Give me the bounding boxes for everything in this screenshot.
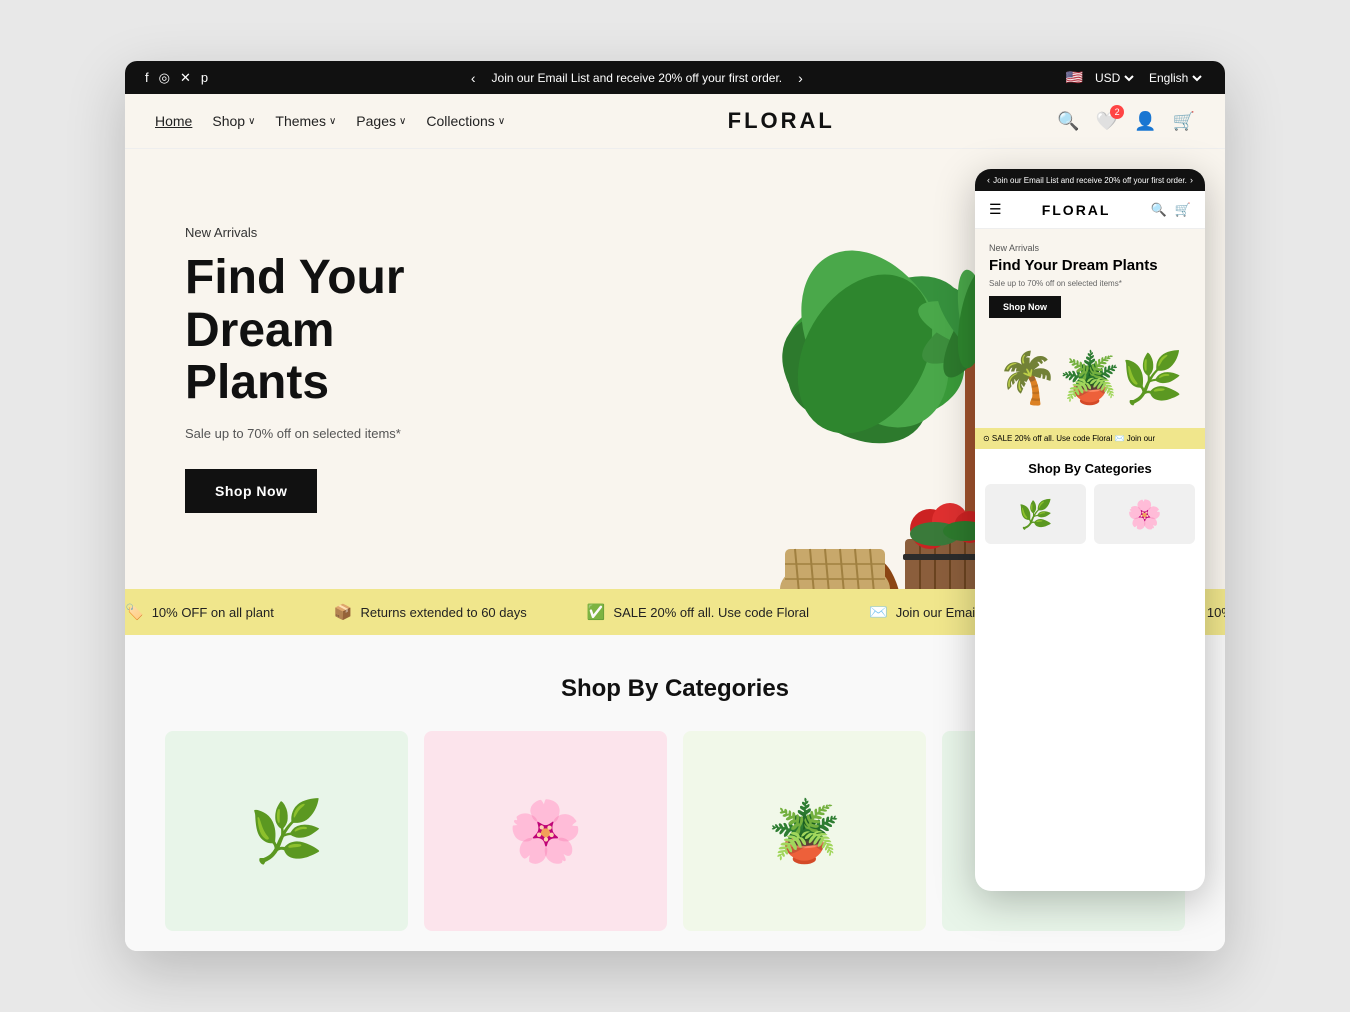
nav-item-shop[interactable]: Shop ∨	[212, 113, 255, 129]
mobile-hero-title: Find Your Dream Plants	[989, 257, 1191, 275]
shop-now-button[interactable]: Shop Now	[185, 469, 317, 513]
mobile-category-grid: 🌿 🌸	[975, 484, 1205, 554]
mobile-categories-title: Shop By Categories	[975, 449, 1205, 484]
nav-left: Home Shop ∨ Themes ∨ Pages ∨ Collections…	[155, 113, 505, 129]
box-icon: 📦	[334, 603, 353, 621]
browser-window: f ◎ ✕ p ‹ Join our Email List and receiv…	[125, 61, 1225, 951]
currency-select[interactable]: USD EUR GBP	[1091, 70, 1137, 86]
social-icons: f ◎ ✕ p	[145, 70, 208, 86]
chevron-down-icon: ∨	[248, 116, 255, 127]
mobile-announcement-text: Join our Email List and receive 20% off …	[990, 176, 1190, 185]
mobile-mockup: ‹ Join our Email List and receive 20% of…	[975, 169, 1205, 891]
mobile-cart-icon[interactable]: 🛒	[1175, 202, 1191, 218]
mobile-cat-card-2[interactable]: 🌸	[1094, 484, 1195, 544]
hero-content: New Arrivals Find Your Dream Plants Sale…	[125, 165, 545, 573]
flag-icon: 🇺🇸	[1066, 69, 1083, 86]
mobile-logo: FLORAL	[1042, 202, 1111, 218]
announcement-next-button[interactable]: ›	[794, 70, 807, 86]
mobile-nav: ☰ FLORAL 🔍 🛒	[975, 191, 1205, 229]
chevron-down-icon: ∨	[399, 116, 406, 127]
mobile-next-icon[interactable]: ›	[1190, 175, 1193, 185]
account-icon[interactable]: 👤	[1134, 111, 1156, 132]
nav-item-themes[interactable]: Themes ∨	[275, 113, 336, 129]
mobile-search-icon[interactable]: 🔍	[1151, 202, 1167, 218]
scroll-item-2: 📦 Returns extended to 60 days	[334, 603, 527, 621]
nav-item-pages[interactable]: Pages ∨	[356, 113, 406, 129]
sale-icon: ✅	[587, 603, 606, 621]
scroll-text-1: 10% OFF on all plant	[152, 605, 274, 620]
mobile-scroll-banner: ⊙ SALE 20% off all. Use code Floral ✉️ J…	[975, 428, 1205, 449]
mobile-hero-tag: New Arrivals	[989, 243, 1191, 253]
chevron-down-icon: ∨	[498, 116, 505, 127]
announcement-right: 🇺🇸 USD EUR GBP English French	[1066, 69, 1205, 86]
mobile-hamburger-icon[interactable]: ☰	[989, 201, 1002, 218]
navbar: Home Shop ∨ Themes ∨ Pages ∨ Collections…	[125, 94, 1225, 149]
language-select[interactable]: English French	[1145, 70, 1205, 86]
hero-tag: New Arrivals	[185, 225, 485, 240]
scroll-text-2: Returns extended to 60 days	[361, 605, 527, 620]
category-plant-2: 🌸	[424, 731, 667, 931]
hero-title: Find Your Dream Plants	[185, 252, 485, 410]
search-icon[interactable]: 🔍	[1057, 111, 1079, 132]
nav-logo[interactable]: FLORAL	[505, 108, 1057, 134]
pinterest-icon[interactable]: p	[201, 70, 208, 85]
chevron-down-icon: ∨	[329, 116, 336, 127]
instagram-icon[interactable]: ◎	[159, 70, 170, 86]
facebook-icon[interactable]: f	[145, 70, 149, 85]
announcement-text: Join our Email List and receive 20% off …	[492, 71, 783, 85]
main-wrapper: New Arrivals Find Your Dream Plants Sale…	[125, 149, 1225, 951]
twitter-icon[interactable]: ✕	[180, 70, 191, 86]
announcement-center: ‹ Join our Email List and receive 20% of…	[467, 70, 807, 86]
nav-item-home[interactable]: Home	[155, 113, 192, 129]
cart-icon[interactable]: 🛒	[1173, 111, 1195, 132]
category-plant-3: 🪴	[683, 731, 926, 931]
announcement-bar: f ◎ ✕ p ‹ Join our Email List and receiv…	[125, 61, 1225, 94]
mobile-nav-icons: 🔍 🛒	[1151, 202, 1191, 218]
scroll-item-3: ✅ SALE 20% off all. Use code Floral	[587, 603, 809, 621]
category-card-2[interactable]: 🌸	[424, 731, 667, 931]
mobile-plant-image: 🌴🪴🌿	[975, 328, 1205, 428]
tag-icon: 🏷️	[125, 603, 144, 621]
mobile-announcement-bar: ‹ Join our Email List and receive 20% of…	[975, 169, 1205, 191]
scroll-item-1: 🏷️ 10% OFF on all plant	[125, 603, 274, 621]
category-card-1[interactable]: 🌿	[165, 731, 408, 931]
hero-subtitle: Sale up to 70% off on selected items*	[185, 426, 485, 441]
announcement-prev-button[interactable]: ‹	[467, 70, 480, 86]
wishlist-badge: 2	[1110, 105, 1124, 119]
mobile-shop-btn[interactable]: Shop Now	[989, 296, 1061, 318]
nav-right: 🔍 🤍 2 👤 🛒	[1057, 111, 1195, 132]
mobile-cat-card-1[interactable]: 🌿	[985, 484, 1086, 544]
category-plant-1: 🌿	[165, 731, 408, 931]
scroll-text-3: SALE 20% off all. Use code Floral	[613, 605, 809, 620]
wishlist-icon[interactable]: 🤍 2	[1096, 111, 1118, 132]
nav-item-collections[interactable]: Collections ∨	[426, 113, 505, 129]
mobile-hero: New Arrivals Find Your Dream Plants Sale…	[975, 229, 1205, 328]
mobile-hero-sub: Sale up to 70% off on selected items*	[989, 279, 1191, 288]
scroll-text-5: 10% OFF on all plant	[1207, 605, 1225, 620]
category-card-3[interactable]: 🪴	[683, 731, 926, 931]
email-icon: ✉️	[869, 603, 888, 621]
